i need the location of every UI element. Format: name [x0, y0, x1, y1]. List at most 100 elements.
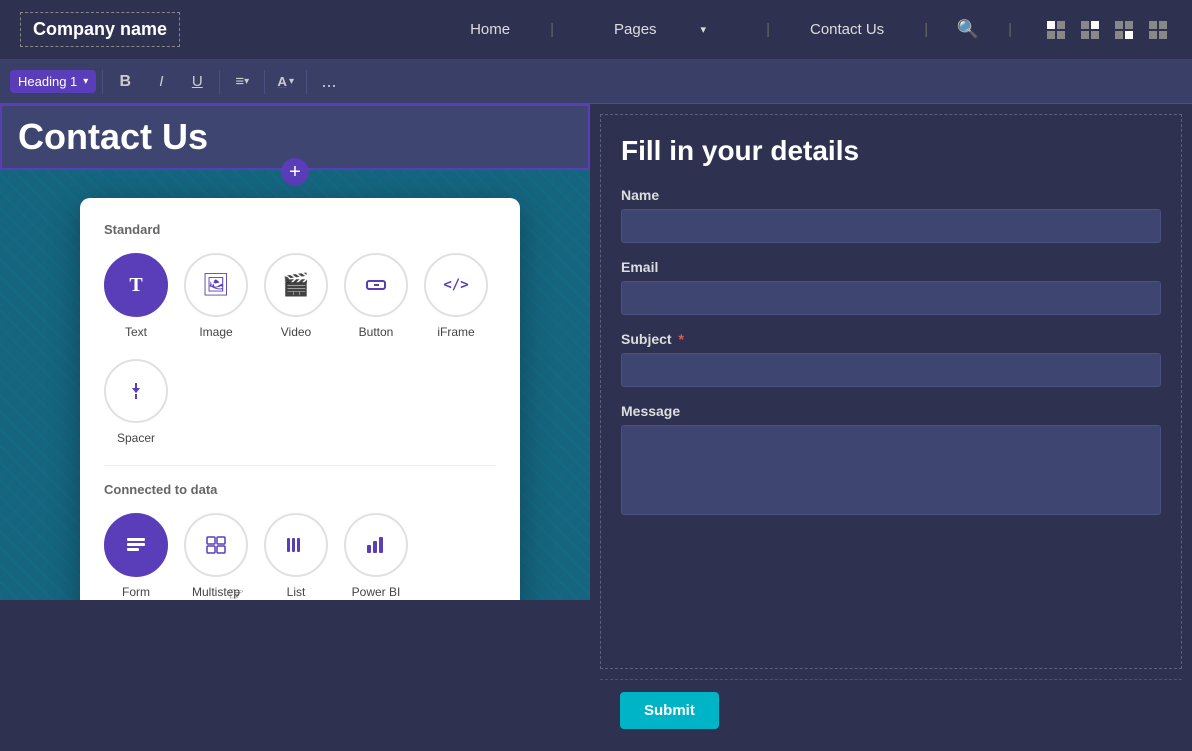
- multistep-icon-circle: [184, 513, 248, 577]
- text-icon-circle: T: [104, 253, 168, 317]
- list-icon-circle: [264, 513, 328, 577]
- formatting-toolbar: Heading 1 ▾ B I U ≡ ▾ A ▾ ...: [0, 60, 1192, 104]
- iframe-icon-circle: </>: [424, 253, 488, 317]
- popup-item-button[interactable]: Button: [344, 253, 408, 339]
- align-button[interactable]: ≡ ▾: [226, 67, 258, 97]
- toolbar-sep-3: [264, 70, 265, 94]
- popup-item-iframe[interactable]: </> iFrame: [424, 253, 488, 339]
- spacer-icon-circle: [104, 359, 168, 423]
- nav-home[interactable]: Home: [450, 21, 530, 38]
- video-item-label: Video: [281, 325, 311, 339]
- view-icon-4[interactable]: [1144, 20, 1172, 40]
- email-input[interactable]: [621, 281, 1161, 315]
- main-content: Contact Us + Standard T Text: [0, 104, 1192, 751]
- toolbar-sep-4: [306, 70, 307, 94]
- subject-input[interactable]: [621, 353, 1161, 387]
- color-label: A: [277, 74, 287, 89]
- name-field: Name: [621, 187, 1161, 243]
- name-input[interactable]: [621, 209, 1161, 243]
- nav-sep-1: |: [530, 21, 574, 38]
- button-icon-circle: [344, 253, 408, 317]
- iframe-item-label: iFrame: [437, 325, 474, 339]
- popup-item-image[interactable]: 🖼 Image: [184, 253, 248, 339]
- form-footer: Submit: [600, 679, 1182, 741]
- standard-section-label: Standard: [104, 222, 496, 237]
- popup-divider: [104, 465, 496, 466]
- add-element-popup: Standard T Text 🖼 Image: [80, 198, 520, 600]
- underline-button[interactable]: U: [181, 67, 213, 97]
- email-field: Email: [621, 259, 1161, 315]
- brand-logo[interactable]: Company name: [20, 12, 180, 47]
- message-textarea[interactable]: [621, 425, 1161, 515]
- popup-item-list[interactable]: List: [264, 513, 328, 600]
- view-icon-2[interactable]: [1076, 20, 1104, 40]
- color-arrow-icon: ▾: [289, 76, 294, 87]
- right-panel: Fill in your details Name Email Subject …: [590, 104, 1192, 751]
- heading-area: Contact Us +: [0, 104, 590, 170]
- form-icon: [124, 533, 148, 557]
- toolbar-sep-2: [219, 70, 220, 94]
- background-image-area: Standard T Text 🖼 Image: [0, 170, 590, 600]
- connected-section-label: Connected to data: [104, 482, 496, 497]
- color-button[interactable]: A ▾: [271, 70, 300, 93]
- view-icon-1[interactable]: [1042, 20, 1070, 40]
- topnav: Company name Home | Pages ▾ | Contact Us…: [0, 0, 1192, 60]
- name-label: Name: [621, 187, 1161, 203]
- select-arrow-icon: ▾: [83, 76, 88, 87]
- popup-item-text[interactable]: T Text: [104, 253, 168, 339]
- subject-label: Subject *: [621, 331, 1161, 347]
- subject-field: Subject *: [621, 331, 1161, 387]
- image-item-label: Image: [199, 325, 232, 339]
- heading-select[interactable]: Heading 1 ▾: [10, 70, 96, 93]
- spacer-item-label: Spacer: [117, 431, 155, 445]
- spacer-items-grid: Spacer: [104, 359, 496, 445]
- message-field: Message: [621, 403, 1161, 520]
- video-icon-circle: 🎬: [264, 253, 328, 317]
- search-icon[interactable]: 🔍: [948, 15, 988, 45]
- form-item-label: Form: [122, 585, 150, 599]
- toolbar-sep-1: [102, 70, 103, 94]
- italic-button[interactable]: I: [145, 67, 177, 97]
- powerbi-icon-circle: [344, 513, 408, 577]
- image-icon-circle: 🖼: [184, 253, 248, 317]
- list-item-label: List: [287, 585, 306, 599]
- view-icons: [1042, 20, 1172, 40]
- video-icon: 🎬: [282, 272, 309, 298]
- text-icon: T: [129, 274, 142, 297]
- popup-item-form[interactable]: Form: [104, 513, 168, 600]
- cursor-icon: ☞: [228, 584, 244, 600]
- popup-item-powerbi[interactable]: Power BI: [344, 513, 408, 600]
- align-icon: ≡: [235, 73, 244, 90]
- popup-item-spacer[interactable]: Spacer: [104, 359, 168, 445]
- standard-items-grid: T Text 🖼 Image 🎬 Video: [104, 253, 496, 339]
- list-icon: [284, 533, 308, 557]
- submit-button[interactable]: Submit: [620, 692, 719, 729]
- form-icon-circle: [104, 513, 168, 577]
- popup-item-video[interactable]: 🎬 Video: [264, 253, 328, 339]
- bold-button[interactable]: B: [109, 67, 141, 97]
- contact-form-container: Fill in your details Name Email Subject …: [600, 114, 1182, 669]
- more-button[interactable]: ...: [313, 67, 345, 97]
- page-heading[interactable]: Contact Us: [18, 116, 572, 158]
- spacer-icon: [125, 380, 147, 402]
- powerbi-icon: [364, 533, 388, 557]
- text-item-label: Text: [125, 325, 147, 339]
- connected-items-grid: Form Multistep form: [104, 513, 496, 600]
- powerbi-item-label: Power BI: [352, 585, 401, 599]
- nav-sep-4: |: [988, 21, 1032, 38]
- button-item-label: Button: [359, 325, 394, 339]
- left-panel: Contact Us + Standard T Text: [0, 104, 590, 751]
- multistep-icon: [204, 533, 228, 557]
- nav-pages[interactable]: Pages ▾: [574, 21, 746, 38]
- nav-sep-2: |: [746, 21, 790, 38]
- form-title: Fill in your details: [621, 135, 1161, 167]
- pages-arrow-icon: ▾: [681, 23, 727, 36]
- view-icon-3[interactable]: [1110, 20, 1138, 40]
- nav-contact[interactable]: Contact Us: [790, 21, 904, 38]
- add-block-button[interactable]: +: [281, 158, 309, 186]
- button-icon: [365, 274, 387, 296]
- email-label: Email: [621, 259, 1161, 275]
- align-arrow-icon: ▾: [244, 76, 249, 87]
- nav-links: Home | Pages ▾ | Contact Us | 🔍 |: [450, 15, 1172, 45]
- nav-sep-3: |: [904, 21, 948, 38]
